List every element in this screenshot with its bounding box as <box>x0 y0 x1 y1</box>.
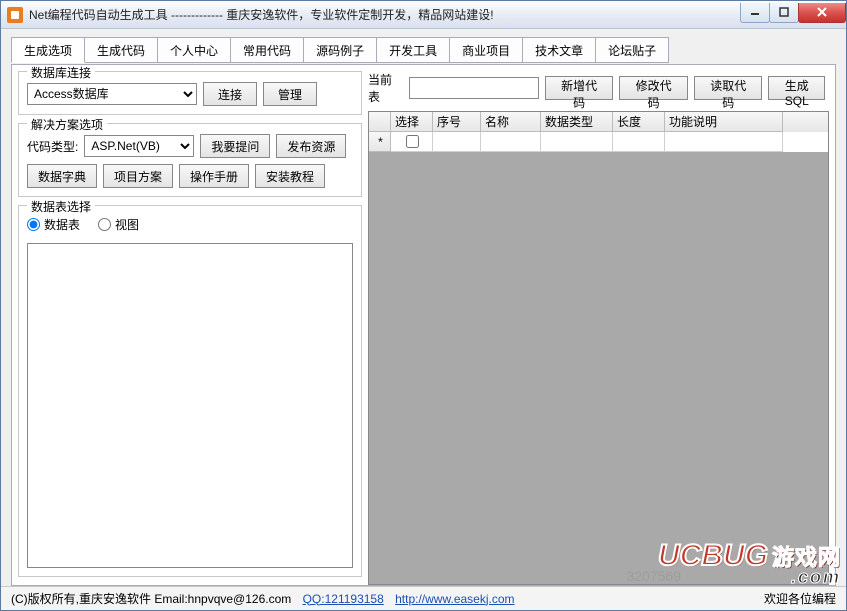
group-legend: 数据表选择 <box>27 198 95 215</box>
data-dictionary-button[interactable]: 数据字典 <box>27 164 97 188</box>
read-code-button[interactable]: 读取代码 <box>694 76 763 100</box>
col-seq[interactable]: 序号 <box>433 112 481 132</box>
radio-view[interactable] <box>98 218 111 231</box>
edit-code-button[interactable]: 修改代码 <box>619 76 688 100</box>
window-title: Net编程代码自动生成工具 ------------- 重庆安逸软件，专业软件定… <box>29 6 741 23</box>
close-button[interactable] <box>798 3 846 23</box>
tab-dev-tools[interactable]: 开发工具 <box>376 37 450 63</box>
current-table-input[interactable] <box>409 77 539 99</box>
group-legend: 解决方案选项 <box>27 116 107 133</box>
cell-len[interactable] <box>613 132 665 152</box>
grid-new-row[interactable]: * <box>369 132 828 152</box>
group-solution-options: 解决方案选项 代码类型: ASP.Net(VB) 我要提问 发布资源 数据字典 … <box>18 123 362 197</box>
maximize-icon <box>779 7 789 17</box>
group-legend: 数据库连接 <box>27 64 95 81</box>
grid-header: 选择 序号 名称 数据类型 长度 功能说明 <box>369 112 828 132</box>
tab-forum[interactable]: 论坛贴子 <box>595 37 669 63</box>
manage-button[interactable]: 管理 <box>263 82 317 106</box>
radio-datatable-label: 数据表 <box>44 216 80 233</box>
radio-view-label: 视图 <box>115 216 139 233</box>
radio-datatable-wrap[interactable]: 数据表 <box>27 216 80 233</box>
project-plan-button[interactable]: 项目方案 <box>103 164 173 188</box>
data-grid[interactable]: 选择 序号 名称 数据类型 长度 功能说明 * <box>368 111 829 585</box>
cell-seq[interactable] <box>433 132 481 152</box>
new-row-marker: * <box>369 132 391 152</box>
cell-name[interactable] <box>481 132 541 152</box>
publish-resource-button[interactable]: 发布资源 <box>276 134 346 158</box>
col-name[interactable]: 名称 <box>481 112 541 132</box>
tab-personal-center[interactable]: 个人中心 <box>157 37 231 63</box>
tab-bar: 生成选项 生成代码 个人中心 常用代码 源码例子 开发工具 商业项目 技术文章 … <box>11 37 836 65</box>
ask-question-button[interactable]: 我要提问 <box>200 134 270 158</box>
welcome-text: 欢迎各位编程 <box>764 590 836 607</box>
install-tutorial-button[interactable]: 安装教程 <box>255 164 325 188</box>
radio-view-wrap[interactable]: 视图 <box>98 216 139 233</box>
table-listbox[interactable] <box>27 243 353 568</box>
code-type-combo[interactable]: ASP.Net(VB) <box>84 135 194 157</box>
status-bar: (C)版权所有,重庆安逸软件 Email:hnpvqve@126.com QQ:… <box>1 586 846 610</box>
db-type-combo[interactable]: Access数据库 <box>27 83 197 105</box>
connect-button[interactable]: 连接 <box>203 82 257 106</box>
tab-source-examples[interactable]: 源码例子 <box>303 37 377 63</box>
manual-button[interactable]: 操作手册 <box>179 164 249 188</box>
current-table-label: 当前表 <box>368 71 403 105</box>
titlebar: Net编程代码自动生成工具 ------------- 重庆安逸软件，专业软件定… <box>1 1 846 29</box>
group-db-connection: 数据库连接 Access数据库 连接 管理 <box>18 71 362 115</box>
right-toolbar: 当前表 新增代码 修改代码 读取代码 生成SQL <box>368 71 829 105</box>
cell-desc[interactable] <box>665 132 783 152</box>
radio-datatable[interactable] <box>27 218 40 231</box>
col-type[interactable]: 数据类型 <box>541 112 613 132</box>
tab-generate-options[interactable]: 生成选项 <box>11 37 85 63</box>
row-select-checkbox[interactable] <box>406 135 419 148</box>
tab-tech-articles[interactable]: 技术文章 <box>522 37 596 63</box>
close-icon <box>816 6 828 18</box>
col-desc[interactable]: 功能说明 <box>665 112 783 132</box>
tab-generate-code[interactable]: 生成代码 <box>84 37 158 63</box>
minimize-button[interactable] <box>740 3 770 23</box>
maximize-button[interactable] <box>769 3 799 23</box>
grid-corner <box>369 112 391 132</box>
group-table-select: 数据表选择 数据表 视图 <box>18 205 362 577</box>
app-icon <box>7 7 23 23</box>
col-select[interactable]: 选择 <box>391 112 433 132</box>
col-length[interactable]: 长度 <box>613 112 665 132</box>
code-type-label: 代码类型: <box>27 138 78 155</box>
website-link[interactable]: http://www.easekj.com <box>395 592 514 606</box>
qq-link[interactable]: QQ:121193158 <box>303 592 384 606</box>
new-code-button[interactable]: 新增代码 <box>545 76 614 100</box>
tab-common-code[interactable]: 常用代码 <box>230 37 304 63</box>
cell-type[interactable] <box>541 132 613 152</box>
tab-panel: 数据库连接 Access数据库 连接 管理 解决方案选项 代码类型: ASP.N… <box>11 64 836 586</box>
copyright-text: (C)版权所有,重庆安逸软件 Email:hnpvqve@126.com <box>11 590 291 607</box>
generate-sql-button[interactable]: 生成SQL <box>768 76 825 100</box>
minimize-icon <box>750 7 760 17</box>
tab-commercial[interactable]: 商业项目 <box>449 37 523 63</box>
